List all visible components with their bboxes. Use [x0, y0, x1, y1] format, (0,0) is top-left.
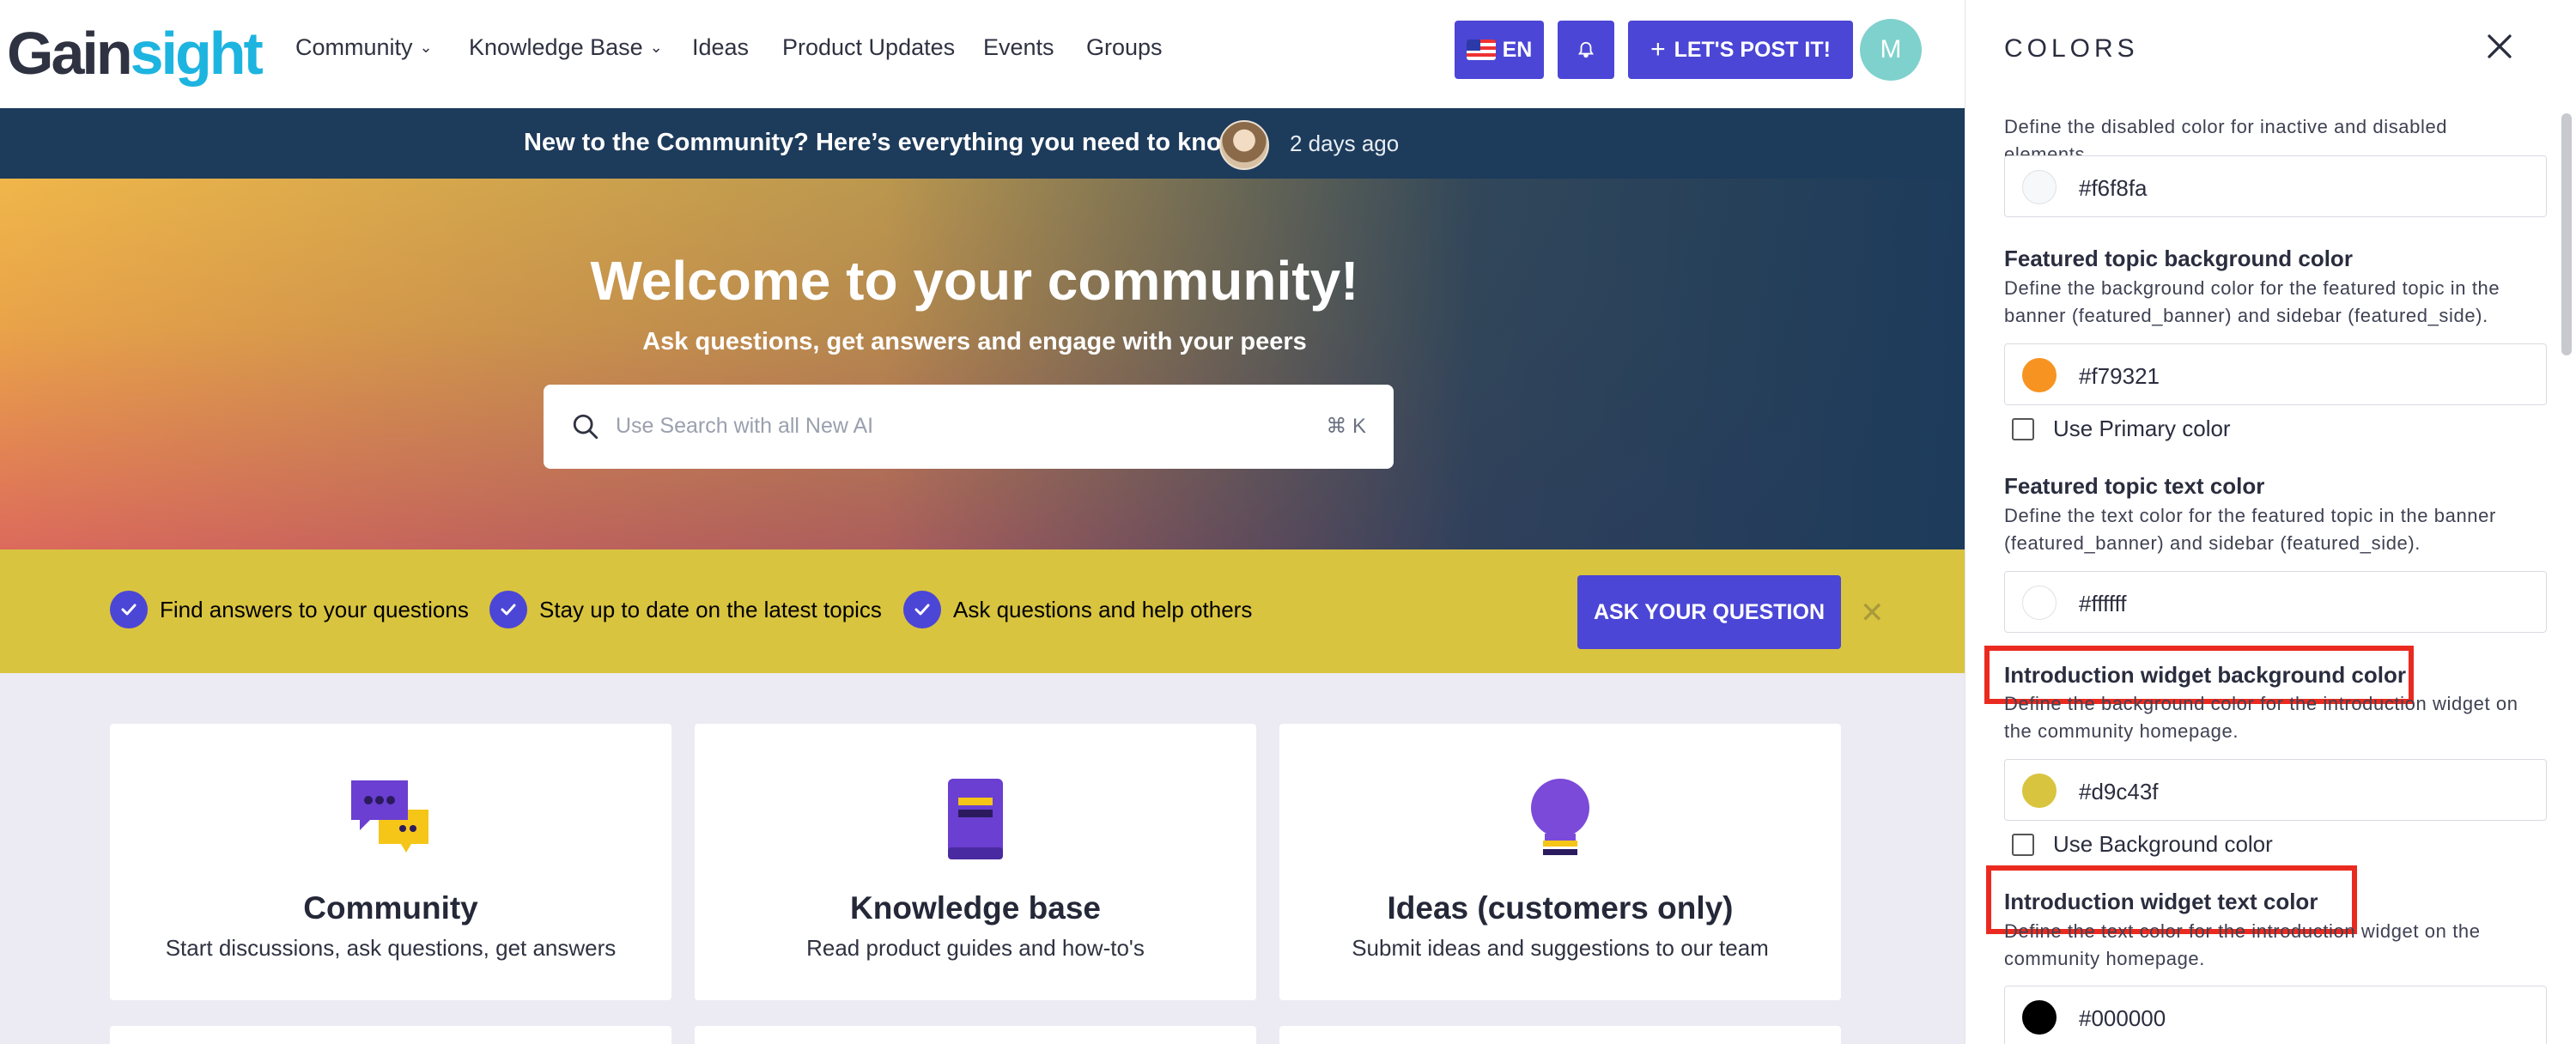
- featured-bg-label: Featured topic background color: [2004, 246, 2353, 271]
- intro-item: Stay up to date on the latest topics: [489, 591, 882, 628]
- nav-knowledge-base-label: Knowledge Base: [469, 34, 643, 60]
- nav-events[interactable]: Events: [983, 34, 1054, 61]
- announcement-time: 2 days ago: [1290, 130, 1400, 156]
- top-navigation: Gainsight Community ⌄ Knowledge Base ⌄ Ide…: [0, 0, 1965, 108]
- use-primary-color-checkbox[interactable]: Use Primary color: [2012, 416, 2231, 442]
- us-flag-icon: [1466, 39, 1496, 60]
- hero-banner: Welcome to your community! Ask questions…: [0, 179, 1965, 549]
- intro-item: Find answers to your questions: [110, 591, 469, 628]
- nav-community-label: Community: [295, 34, 413, 60]
- intro-text-description: Define the text color for the introducti…: [2004, 920, 2481, 969]
- checkbox-icon: [2012, 833, 2034, 856]
- color-hex-value: #ffffff: [2079, 591, 2127, 616]
- color-hex-value: #000000: [2079, 1005, 2166, 1031]
- search-input[interactable]: Use Search with all New AI ⌘ K: [544, 385, 1394, 469]
- panel-title: COLORS: [2004, 34, 2139, 63]
- checkmark-icon: [489, 591, 527, 628]
- close-icon[interactable]: ✕: [1860, 596, 1885, 630]
- checkmark-icon: [110, 591, 148, 628]
- user-avatar[interactable]: M: [1860, 19, 1922, 81]
- featured-text-description: Define the text color for the featured t…: [2004, 505, 2496, 554]
- checkmark-icon: [903, 591, 941, 628]
- announcement-bar: New to the Community? Here’s everything …: [0, 108, 1965, 179]
- introduction-widget: Find answers to your questions Stay up t…: [0, 549, 1965, 673]
- color-hex-value: #f6f8fa: [2079, 175, 2148, 201]
- hero-title: Welcome to your community!: [590, 250, 1359, 312]
- notifications-button[interactable]: [1558, 21, 1614, 79]
- intro-item-text: Find answers to your questions: [160, 596, 469, 622]
- card-title: Community: [303, 890, 478, 926]
- color-swatch[interactable]: [2022, 170, 2057, 204]
- disabled-color-field[interactable]: #f6f8fa: [2004, 155, 2547, 217]
- nav-groups[interactable]: Groups: [1086, 34, 1163, 61]
- featured-text-label: Featured topic text color: [2004, 473, 2265, 499]
- checkbox-label: Use Primary color: [2053, 416, 2231, 441]
- intro-bg-label: Introduction widget background color: [2004, 662, 2406, 688]
- logo-text-accent: sight: [130, 20, 264, 87]
- intro-item-text: Ask questions and help others: [953, 596, 1253, 622]
- category-card[interactable]: [1279, 1026, 1841, 1044]
- nav-product-updates[interactable]: Product Updates: [782, 34, 955, 61]
- card-description: Submit ideas and suggestions to our team: [1352, 935, 1769, 961]
- featured-text-color-field[interactable]: #ffffff: [2004, 571, 2547, 633]
- chevron-down-icon: ⌄: [419, 39, 433, 56]
- nav-community[interactable]: Community ⌄: [295, 34, 433, 61]
- announcement-link[interactable]: New to the Community? Here’s everything …: [524, 129, 1249, 157]
- search-placeholder: Use Search with all New AI: [616, 414, 874, 438]
- intro-bg-description: Define the background color for the intr…: [2004, 693, 2518, 742]
- intro-text-color-field[interactable]: #000000: [2004, 986, 2547, 1044]
- color-swatch[interactable]: [2022, 586, 2057, 620]
- featured-bg-color-field[interactable]: #f79321: [2004, 343, 2547, 405]
- color-hex-value: #f79321: [2079, 363, 2160, 389]
- category-card-community[interactable]: Community Start discussions, ask questio…: [110, 724, 671, 1000]
- lets-post-it-button[interactable]: + LET'S POST IT!: [1628, 21, 1853, 79]
- color-hex-value: #d9c43f: [2079, 779, 2159, 804]
- lightbulb-icon: [1531, 779, 1589, 855]
- hero-subtitle: Ask questions, get answers and engage wi…: [642, 328, 1307, 355]
- card-description: Read product guides and how-to's: [806, 935, 1145, 961]
- community-page: Gainsight Community ⌄ Knowledge Base ⌄ Ide…: [0, 0, 1965, 1044]
- featured-bg-description: Define the background color for the feat…: [2004, 277, 2500, 326]
- nav-knowledge-base[interactable]: Knowledge Base ⌄: [469, 34, 663, 61]
- colors-panel: COLORS Define the disabled color for ina…: [1965, 0, 2576, 1044]
- intro-item-text: Stay up to date on the latest topics: [539, 596, 882, 622]
- intro-text-label: Introduction widget text color: [2004, 889, 2318, 914]
- card-title: Ideas (customers only): [1387, 890, 1734, 926]
- category-card-ideas[interactable]: Ideas (customers only) Submit ideas and …: [1279, 724, 1841, 1000]
- logo-text: Gain: [7, 20, 133, 87]
- category-card-knowledge-base[interactable]: Knowledge base Read product guides and h…: [695, 724, 1256, 1000]
- lets-post-it-label: LET'S POST IT!: [1674, 37, 1831, 62]
- language-button[interactable]: EN: [1455, 21, 1544, 79]
- ask-your-question-button[interactable]: ASK YOUR QUESTION: [1577, 575, 1841, 649]
- intro-item: Ask questions and help others: [903, 591, 1252, 628]
- category-card[interactable]: [695, 1026, 1256, 1044]
- color-swatch[interactable]: [2022, 358, 2057, 392]
- language-label: EN: [1502, 37, 1533, 62]
- book-icon: [948, 779, 1003, 859]
- author-avatar[interactable]: [1219, 120, 1269, 170]
- use-background-color-checkbox[interactable]: Use Background color: [2012, 831, 2273, 858]
- color-swatch[interactable]: [2022, 1000, 2057, 1035]
- card-title: Knowledge base: [850, 890, 1101, 926]
- card-description: Start discussions, ask questions, get an…: [165, 935, 617, 961]
- plus-icon: +: [1650, 35, 1666, 64]
- search-shortcut: ⌘ K: [1326, 415, 1366, 438]
- nav-ideas[interactable]: Ideas: [692, 34, 749, 61]
- category-card[interactable]: [110, 1026, 671, 1044]
- panel-scrollbar[interactable]: [2561, 113, 2572, 355]
- checkbox-label: Use Background color: [2053, 831, 2273, 857]
- color-swatch[interactable]: [2022, 774, 2057, 808]
- chevron-down-icon: ⌄: [649, 39, 663, 56]
- search-icon: [573, 414, 598, 440]
- checkbox-icon: [2012, 417, 2034, 440]
- bell-icon: [1577, 41, 1595, 58]
- close-icon[interactable]: [2484, 31, 2515, 62]
- chat-bubbles-icon: [351, 780, 428, 853]
- intro-bg-color-field[interactable]: #d9c43f: [2004, 759, 2547, 821]
- gainsight-logo[interactable]: Gainsight: [7, 19, 264, 88]
